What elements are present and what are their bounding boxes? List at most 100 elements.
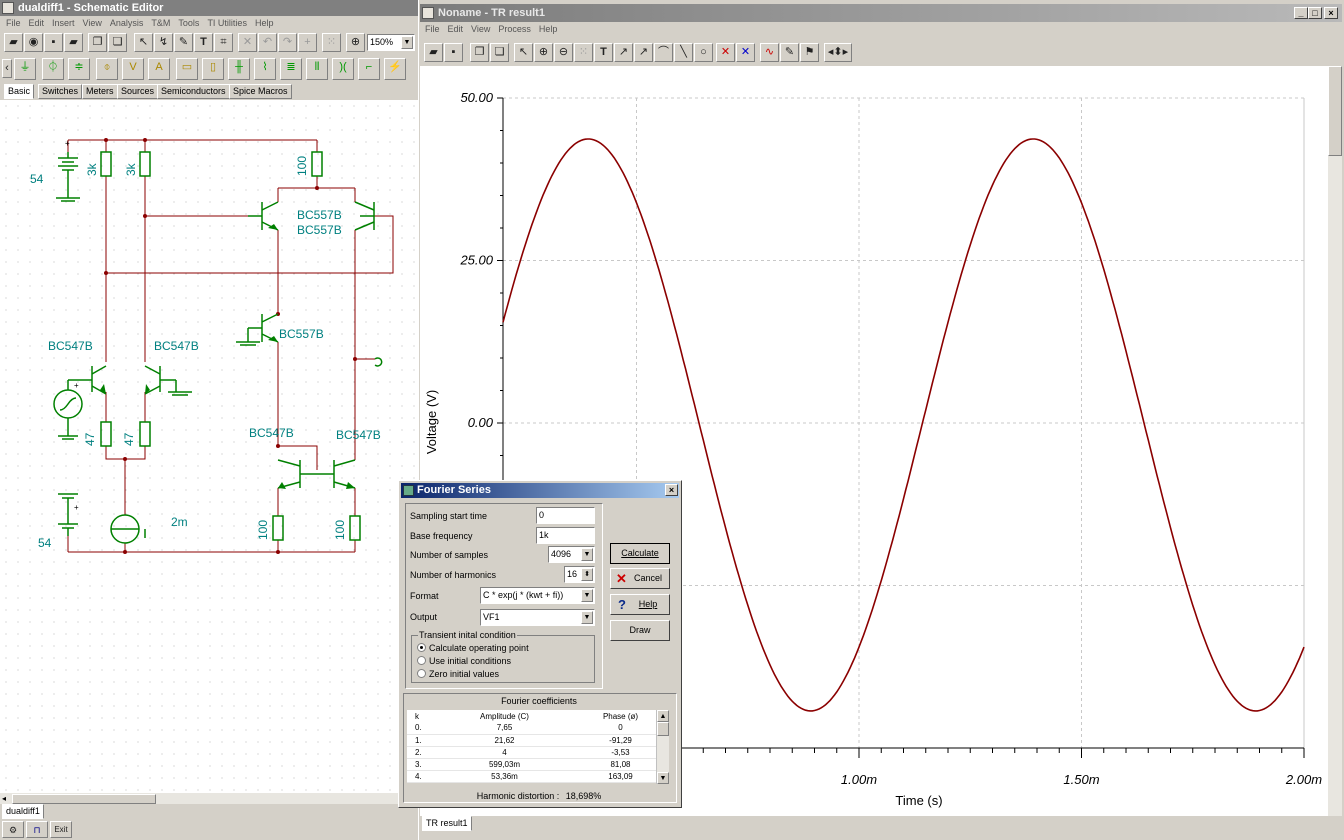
- menu-help[interactable]: Help: [255, 18, 274, 28]
- stepper-arrows-icon[interactable]: ⬍: [581, 568, 593, 581]
- curve-tool-icon[interactable]: ⌒: [654, 43, 673, 62]
- scroll-down-icon[interactable]: ▼: [657, 772, 669, 784]
- scroll-up-icon[interactable]: ▲: [657, 710, 669, 722]
- inductor-icon[interactable]: ⌇: [254, 58, 276, 80]
- chevron-down-icon[interactable]: ▼: [401, 36, 413, 49]
- draw-button[interactable]: Draw: [610, 620, 670, 641]
- menu-tools[interactable]: Tools: [178, 18, 199, 28]
- voltage-source-icon[interactable]: ⏀: [42, 58, 64, 80]
- cursor-b-icon[interactable]: ✕: [736, 43, 755, 62]
- num-harmonics-stepper[interactable]: 16 ⬍: [564, 566, 595, 583]
- redo-icon[interactable]: ↷: [278, 33, 297, 52]
- delete-icon[interactable]: ✕: [238, 33, 257, 52]
- calculate-button[interactable]: Calculate: [610, 543, 670, 564]
- paste-icon[interactable]: ❏: [490, 43, 509, 62]
- result-menu-view[interactable]: View: [471, 24, 490, 34]
- voltmeter-icon[interactable]: V: [122, 58, 144, 80]
- pen-tool-icon[interactable]: ✎: [174, 33, 193, 52]
- tab-semiconductors[interactable]: Semiconductors: [157, 84, 230, 99]
- zoom-select[interactable]: 150% ▼: [367, 34, 415, 51]
- zoom-out-icon[interactable]: ⊖: [554, 43, 573, 62]
- copy-icon[interactable]: ❐: [88, 33, 107, 52]
- doc-tab-dualdiff1[interactable]: dualdiff1: [2, 804, 44, 819]
- close-button[interactable]: ×: [1324, 7, 1338, 19]
- menu-analysis[interactable]: Analysis: [110, 18, 144, 28]
- help-button[interactable]: ? Help: [610, 594, 670, 615]
- scroll-left-icon[interactable]: ◂: [2, 794, 12, 804]
- radio-zero-initial[interactable]: Zero initial values: [417, 669, 499, 679]
- format-select[interactable]: C * exp(j * (kwt + fi)) ▼: [480, 587, 595, 604]
- schematic-canvas[interactable]: + + + 54 3k 3k 100 BC557B BC557B BC557B …: [0, 100, 418, 792]
- transformer-icon[interactable]: ⦀: [306, 58, 328, 80]
- dialog-close-button[interactable]: ×: [665, 484, 678, 496]
- output-select[interactable]: VF1 ▼: [480, 609, 595, 626]
- table-row[interactable]: 4. 53,36m 163,09: [407, 770, 669, 783]
- scroll-thumb[interactable]: [657, 722, 669, 736]
- circle-tool-icon[interactable]: ○: [694, 43, 713, 62]
- result-menu-process[interactable]: Process: [498, 24, 531, 34]
- text-tool-icon[interactable]: T: [194, 33, 213, 52]
- schematic-hscrollbar[interactable]: ◂: [0, 792, 418, 804]
- open-folder-icon[interactable]: ▰: [4, 33, 23, 52]
- doc-tab-tr-result1[interactable]: TR result1: [422, 816, 472, 831]
- graphics-tool-icon[interactable]: ⌗: [214, 33, 233, 52]
- tab-meters[interactable]: Meters: [82, 84, 118, 99]
- scroll-thumb[interactable]: [12, 794, 156, 804]
- open-project-icon[interactable]: ▰: [64, 33, 83, 52]
- menu-edit[interactable]: Edit: [29, 18, 45, 28]
- result-menu-file[interactable]: File: [425, 24, 440, 34]
- result-menu-edit[interactable]: Edit: [448, 24, 464, 34]
- ammeter-icon[interactable]: A: [148, 58, 170, 80]
- radio-use-initial[interactable]: Use initial conditions: [417, 656, 511, 666]
- base-frequency-input[interactable]: 1k: [536, 527, 595, 544]
- chevron-down-icon[interactable]: ▼: [581, 589, 593, 602]
- menu-insert[interactable]: Insert: [52, 18, 75, 28]
- pen-marker-icon[interactable]: ✎: [780, 43, 799, 62]
- chevron-down-icon[interactable]: ▼: [581, 611, 593, 624]
- copy-icon[interactable]: ❐: [470, 43, 489, 62]
- battery-icon[interactable]: ≑: [68, 58, 90, 80]
- select-arrow-icon[interactable]: ↖: [134, 33, 153, 52]
- radio-calc-op-point[interactable]: Calculate operating point: [417, 643, 529, 653]
- undo-icon[interactable]: ↶: [258, 33, 277, 52]
- select-arrow-icon[interactable]: ↖: [514, 43, 533, 62]
- tab-sources[interactable]: Sources: [117, 84, 159, 99]
- cancel-button[interactable]: ✕ Cancel: [610, 568, 670, 589]
- lamp-icon[interactable]: ⚡: [384, 58, 406, 80]
- exit-button[interactable]: Exit: [50, 821, 72, 838]
- menu-file[interactable]: File: [6, 18, 21, 28]
- resistor-icon[interactable]: ▭: [176, 58, 198, 80]
- ground-icon[interactable]: ⏚: [14, 58, 36, 80]
- save-icon[interactable]: ▪: [44, 33, 63, 52]
- curve-marker-icon[interactable]: ∿: [760, 43, 779, 62]
- save-icon[interactable]: ▪: [444, 43, 463, 62]
- table-row[interactable]: 0. 7,65 0: [407, 722, 669, 735]
- result-menu-help[interactable]: Help: [539, 24, 558, 34]
- table-row[interactable]: 3. 599,03m 81,08: [407, 758, 669, 771]
- line-tool-icon[interactable]: ╲: [674, 43, 693, 62]
- text-tool-icon[interactable]: T: [594, 43, 613, 62]
- cursor-a-icon[interactable]: ✕: [716, 43, 735, 62]
- move-arrows-icon[interactable]: ◂⬍▸: [824, 43, 852, 62]
- zoom-icon[interactable]: ⊕: [346, 33, 365, 52]
- open-web-icon[interactable]: ◉: [24, 33, 43, 52]
- menu-tm[interactable]: T&M: [151, 18, 170, 28]
- tab-basic[interactable]: Basic: [4, 84, 35, 99]
- vscroll-thumb[interactable]: [1328, 66, 1342, 156]
- wire-tool-icon[interactable]: ↯: [154, 33, 173, 52]
- junction-icon[interactable]: +: [298, 33, 317, 52]
- palette-scroll-left-icon[interactable]: ‹: [2, 59, 12, 78]
- menu-ti-utilities[interactable]: TI Utilities: [207, 18, 247, 28]
- resistor-vertical-icon[interactable]: ▯: [202, 58, 224, 80]
- minimize-button[interactable]: _: [1294, 7, 1308, 19]
- table-row[interactable]: 1. 21,62 -91,29: [407, 734, 669, 747]
- menu-view[interactable]: View: [83, 18, 102, 28]
- tina-logo-icon[interactable]: ⚙: [2, 821, 24, 838]
- flag-icon[interactable]: ⚑: [800, 43, 819, 62]
- chevron-down-icon[interactable]: ▼: [581, 548, 593, 561]
- grid-icon[interactable]: ⁙: [574, 43, 593, 62]
- tab-switches[interactable]: Switches: [38, 84, 83, 99]
- sampling-start-input[interactable]: 0: [536, 507, 595, 524]
- result-vscrollbar[interactable]: [1328, 66, 1342, 816]
- open-folder-icon[interactable]: ▰: [424, 43, 443, 62]
